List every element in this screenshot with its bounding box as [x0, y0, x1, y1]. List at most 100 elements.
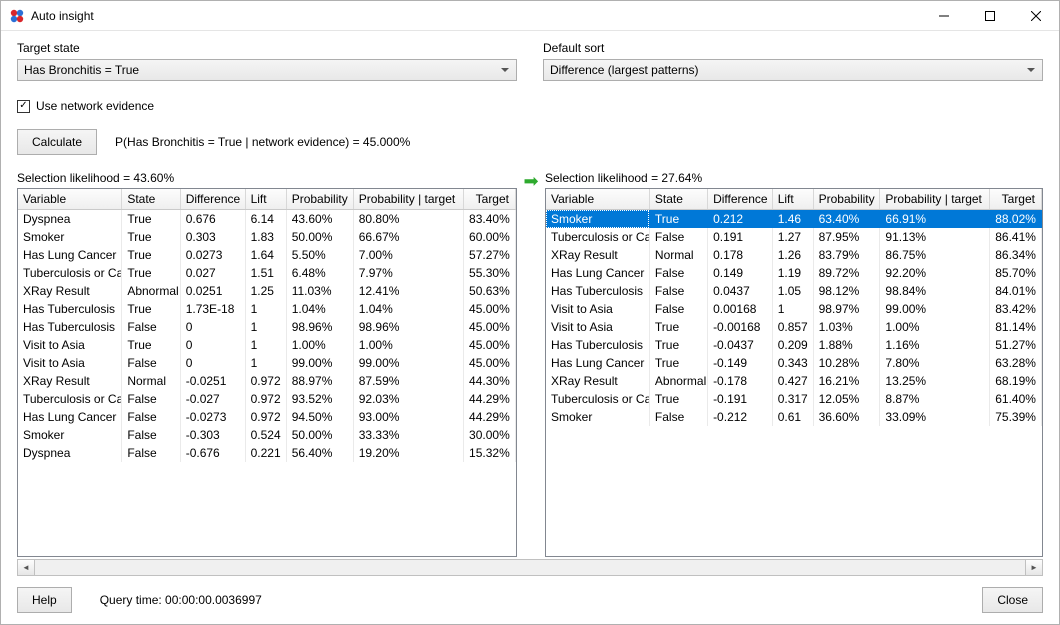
table-cell: 92.20% [880, 264, 990, 282]
table-cell: 45.00% [464, 354, 516, 372]
target-state-select[interactable]: Has Bronchitis = True [17, 59, 517, 81]
table-row[interactable]: SmokerTrue0.2121.4663.40%66.91%88.02% [546, 210, 1042, 228]
table-row[interactable]: XRay ResultNormal0.1781.2683.79%86.75%86… [546, 246, 1042, 264]
table-cell: -0.0437 [708, 336, 773, 354]
table-row[interactable]: Visit to AsiaFalse0199.00%99.00%45.00% [18, 354, 516, 372]
table-cell: 0.61 [772, 408, 813, 426]
close-window-button[interactable] [1013, 1, 1059, 30]
column-header[interactable]: Difference [180, 189, 245, 210]
table-cell: 1.51 [245, 264, 286, 282]
table-cell: True [122, 300, 180, 318]
table-cell: 1.64 [245, 246, 286, 264]
table-cell: Has Tuberculosis [546, 282, 649, 300]
column-header[interactable]: Variable [546, 189, 649, 210]
column-header[interactable]: Lift [245, 189, 286, 210]
table-row[interactable]: XRay ResultAbnormal0.02511.2511.03%12.41… [18, 282, 516, 300]
table-row[interactable]: Tuberculosis or CarTrue-0.1910.31712.05%… [546, 390, 1042, 408]
target-state-value: Has Bronchitis = True [24, 63, 139, 77]
column-header[interactable]: Variable [18, 189, 122, 210]
table-cell: 0.212 [708, 210, 773, 228]
table-row[interactable]: Visit to AsiaFalse0.00168198.97%99.00%83… [546, 300, 1042, 318]
scroll-left-button[interactable]: ◄ [18, 560, 35, 575]
minimize-button[interactable] [921, 1, 967, 30]
close-button[interactable]: Close [982, 587, 1043, 613]
table-row[interactable]: Has Lung CancerTrue0.02731.645.50%7.00%5… [18, 246, 516, 264]
table-cell: 44.29% [464, 408, 516, 426]
table-cell: 1.25 [245, 282, 286, 300]
table-row[interactable]: DyspneaFalse-0.6760.22156.40%19.20%15.32… [18, 444, 516, 462]
default-sort-select[interactable]: Difference (largest patterns) [543, 59, 1043, 81]
table-row[interactable]: Visit to AsiaTrue-0.001680.8571.03%1.00%… [546, 318, 1042, 336]
table-row[interactable]: Has TuberculosisFalse0.04371.0598.12%98.… [546, 282, 1042, 300]
table-row[interactable]: Has Lung CancerTrue-0.1490.34310.28%7.80… [546, 354, 1042, 372]
table-row[interactable]: Has Lung CancerFalse0.1491.1989.72%92.20… [546, 264, 1042, 282]
table-cell: 0 [180, 354, 245, 372]
table-cell: 83.40% [464, 210, 516, 228]
table-row[interactable]: SmokerTrue0.3031.8350.00%66.67%60.00% [18, 228, 516, 246]
column-header[interactable]: Target [464, 189, 516, 210]
probability-readout: P(Has Bronchitis = True | network eviden… [115, 135, 410, 149]
table-cell: 63.40% [813, 210, 880, 228]
table-cell: XRay Result [18, 372, 122, 390]
table-row[interactable]: SmokerFalse-0.2120.6136.60%33.09%75.39% [546, 408, 1042, 426]
table-cell: XRay Result [546, 372, 649, 390]
column-header[interactable]: Probability | target [353, 189, 463, 210]
left-selection-likelihood: Selection likelihood = 43.60% [17, 171, 517, 185]
table-row[interactable]: Tuberculosis or CarFalse0.1911.2787.95%9… [546, 228, 1042, 246]
table-cell: 45.00% [464, 300, 516, 318]
table-cell: 44.30% [464, 372, 516, 390]
column-header[interactable]: Probability [813, 189, 880, 210]
table-cell: 5.50% [286, 246, 353, 264]
table-cell: 98.96% [286, 318, 353, 336]
table-row[interactable]: Visit to AsiaTrue011.00%1.00%45.00% [18, 336, 516, 354]
maximize-button[interactable] [967, 1, 1013, 30]
query-time-label: Query time: 00:00:00.0036997 [100, 593, 262, 607]
table-cell: 1.16% [880, 336, 990, 354]
table-cell: Smoker [546, 408, 649, 426]
table-row[interactable]: Tuberculosis or CarFalse-0.0270.97293.52… [18, 390, 516, 408]
scroll-right-button[interactable]: ► [1025, 560, 1042, 575]
column-header[interactable]: State [649, 189, 707, 210]
table-cell: 45.00% [464, 336, 516, 354]
table-cell: True [649, 210, 707, 228]
table-cell: 43.60% [286, 210, 353, 228]
table-row[interactable]: XRay ResultAbnormal-0.1780.42716.21%13.2… [546, 372, 1042, 390]
right-panel: Selection likelihood = 27.64% VariableSt… [545, 171, 1043, 557]
table-cell: 98.96% [353, 318, 463, 336]
table-cell: 0.972 [245, 372, 286, 390]
table-row[interactable]: Tuberculosis or CarTrue0.0271.516.48%7.9… [18, 264, 516, 282]
left-table[interactable]: VariableStateDifferenceLiftProbabilityPr… [17, 188, 517, 557]
column-header[interactable]: Target [990, 189, 1042, 210]
table-cell: False [649, 408, 707, 426]
table-row[interactable]: Has Lung CancerFalse-0.02730.97294.50%93… [18, 408, 516, 426]
horizontal-scrollbar[interactable]: ◄ ► [17, 559, 1043, 576]
table-cell: 33.33% [353, 426, 463, 444]
column-header[interactable]: Lift [772, 189, 813, 210]
table-row[interactable]: Has TuberculosisTrue1.73E-1811.04%1.04%4… [18, 300, 516, 318]
use-network-evidence-checkbox[interactable]: ✓ [17, 100, 30, 113]
help-button[interactable]: Help [17, 587, 72, 613]
column-header[interactable]: Difference [708, 189, 773, 210]
table-cell: 1.05 [772, 282, 813, 300]
table-cell: 6.14 [245, 210, 286, 228]
table-cell: Tuberculosis or Car [18, 264, 122, 282]
table-cell: 30.00% [464, 426, 516, 444]
table-row[interactable]: Has TuberculosisTrue-0.04370.2091.88%1.1… [546, 336, 1042, 354]
right-table[interactable]: VariableStateDifferenceLiftProbabilityPr… [545, 188, 1043, 557]
table-row[interactable]: DyspneaTrue0.6766.1443.60%80.80%83.40% [18, 210, 516, 228]
table-cell: False [122, 444, 180, 462]
table-cell: Normal [649, 246, 707, 264]
table-cell: 0.676 [180, 210, 245, 228]
column-header[interactable]: State [122, 189, 180, 210]
table-cell: 93.00% [353, 408, 463, 426]
table-row[interactable]: SmokerFalse-0.3030.52450.00%33.33%30.00% [18, 426, 516, 444]
table-row[interactable]: XRay ResultNormal-0.02510.97288.97%87.59… [18, 372, 516, 390]
table-cell: Normal [122, 372, 180, 390]
table-cell: Smoker [18, 426, 122, 444]
table-cell: 0.178 [708, 246, 773, 264]
table-row[interactable]: Has TuberculosisFalse0198.96%98.96%45.00… [18, 318, 516, 336]
table-cell: 33.09% [880, 408, 990, 426]
column-header[interactable]: Probability | target [880, 189, 990, 210]
column-header[interactable]: Probability [286, 189, 353, 210]
calculate-button[interactable]: Calculate [17, 129, 97, 155]
